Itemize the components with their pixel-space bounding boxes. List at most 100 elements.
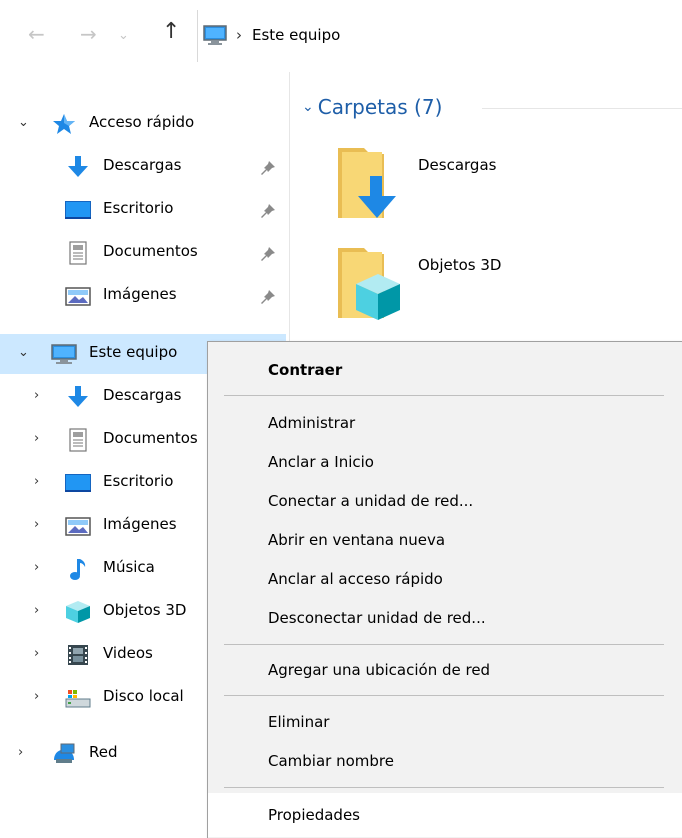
- chevron-right-icon[interactable]: ›: [34, 689, 39, 704]
- menu-item-label: Abrir en ventana nueva: [268, 531, 446, 549]
- film-icon: [68, 645, 88, 665]
- chevron-down-icon[interactable]: ⌄: [18, 115, 29, 130]
- recent-locations-button[interactable]: ⌄: [118, 24, 129, 48]
- menu-item-collapse[interactable]: Contraer: [208, 351, 682, 389]
- sidebar-item-label: Videos: [103, 644, 153, 662]
- sidebar-item-label: Disco local: [103, 687, 184, 705]
- sidebar-item-pc-3d-objects[interactable]: › Objetos 3D: [0, 592, 207, 632]
- sidebar-item-network[interactable]: › Red: [0, 734, 207, 774]
- menu-item-delete[interactable]: Eliminar: [208, 703, 682, 741]
- pin-icon[interactable]: [258, 244, 278, 264]
- menu-separator: [224, 787, 664, 788]
- folders-group-header[interactable]: ⌄ Carpetas (7): [302, 95, 442, 119]
- document-icon: [69, 428, 87, 452]
- context-menu: Contraer Administrar Anclar a Inicio Con…: [207, 341, 682, 838]
- sidebar-item-quick-downloads[interactable]: Descargas: [0, 147, 290, 187]
- chevron-right-icon[interactable]: ›: [34, 517, 39, 532]
- menu-item-label: Administrar: [268, 414, 356, 432]
- chevron-right-icon[interactable]: ›: [34, 603, 39, 618]
- star-icon: [53, 114, 75, 134]
- chevron-right-icon[interactable]: ›: [34, 388, 39, 403]
- sidebar-item-label: Descargas: [103, 156, 182, 174]
- menu-item-label: Eliminar: [268, 713, 330, 731]
- up-button[interactable]: ↑: [162, 20, 180, 44]
- arrow-left-icon: ←: [28, 22, 45, 46]
- sidebar-item-quick-pictures[interactable]: Imágenes: [0, 276, 290, 316]
- folder-tile-3d-objects[interactable]: Objetos 3D: [334, 240, 584, 330]
- address-divider: [197, 10, 198, 62]
- menu-item-rename[interactable]: Cambiar nombre: [208, 742, 682, 780]
- menu-item-pin-to-start[interactable]: Anclar a Inicio: [208, 443, 682, 481]
- breadcrumb-chevron-icon: ›: [236, 26, 242, 44]
- back-button[interactable]: ←: [28, 22, 45, 46]
- menu-item-properties[interactable]: Propiedades: [208, 793, 682, 837]
- forward-button[interactable]: →: [80, 22, 97, 46]
- menu-item-map-network-drive[interactable]: Conectar a unidad de red...: [208, 482, 682, 520]
- pin-icon[interactable]: [258, 201, 278, 221]
- sidebar-item-quick-documents[interactable]: Documentos: [0, 233, 290, 273]
- sidebar-item-pc-local-disk[interactable]: › Disco local: [0, 678, 207, 718]
- arrow-up-icon: ↑: [162, 19, 181, 44]
- chevron-right-icon[interactable]: ›: [34, 560, 39, 575]
- menu-separator: [224, 695, 664, 696]
- sidebar-item-label: Imágenes: [103, 285, 177, 303]
- cube-3d-icon: [66, 601, 90, 623]
- download-folder-icon: [338, 148, 396, 218]
- menu-item-label: Anclar a Inicio: [268, 453, 374, 471]
- menu-item-add-network-location[interactable]: Agregar una ubicación de red: [208, 651, 682, 689]
- sidebar-item-label: Documentos: [103, 429, 198, 447]
- sidebar-item-quick-desktop[interactable]: Escritorio: [0, 190, 290, 230]
- sidebar-item-pc-desktop[interactable]: › Escritorio: [0, 463, 207, 503]
- menu-item-open-new-window[interactable]: Abrir en ventana nueva: [208, 521, 682, 559]
- sidebar-item-label: Acceso rápido: [89, 113, 195, 131]
- document-icon: [69, 241, 87, 265]
- address-path[interactable]: Este equipo: [252, 26, 340, 44]
- pin-icon[interactable]: [258, 287, 278, 307]
- sidebar-item-label: Descargas: [103, 386, 182, 404]
- pin-icon[interactable]: [258, 158, 278, 178]
- sidebar-item-pc-documents[interactable]: › Documentos: [0, 420, 207, 460]
- chevron-right-icon[interactable]: ›: [34, 474, 39, 489]
- network-icon: [54, 743, 75, 763]
- menu-item-disconnect-network-drive[interactable]: Desconectar unidad de red...: [208, 599, 682, 637]
- chevron-down-icon: ⌄: [118, 28, 129, 43]
- chevron-right-icon[interactable]: ›: [18, 745, 23, 760]
- this-pc-icon: [203, 25, 227, 45]
- menu-separator: [224, 395, 664, 396]
- sidebar-item-label: Este equipo: [89, 343, 178, 361]
- menu-item-label: Propiedades: [268, 806, 360, 824]
- desktop-icon: [65, 201, 91, 219]
- folder-tile-downloads[interactable]: Descargas: [334, 140, 584, 230]
- music-note-icon: [70, 559, 86, 580]
- sidebar-item-pc-pictures[interactable]: › Imágenes: [0, 506, 207, 546]
- this-pc-icon: [51, 344, 77, 364]
- sidebar-item-pc-downloads[interactable]: › Descargas: [0, 377, 207, 417]
- folder-label: Objetos 3D: [418, 256, 502, 274]
- download-icon: [68, 156, 88, 177]
- menu-separator: [224, 644, 664, 645]
- chevron-right-icon[interactable]: ›: [34, 431, 39, 446]
- chevron-right-icon[interactable]: ›: [34, 646, 39, 661]
- chevron-down-icon[interactable]: ⌄: [302, 99, 314, 115]
- chevron-down-icon[interactable]: ⌄: [18, 345, 29, 360]
- desktop-icon: [65, 474, 91, 492]
- sidebar-item-label: Red: [89, 743, 118, 761]
- sidebar-item-label: Objetos 3D: [103, 601, 187, 619]
- sidebar-item-pc-videos[interactable]: › Videos: [0, 635, 207, 675]
- sidebar-item-label: Escritorio: [103, 199, 174, 217]
- sidebar-item-quick-access[interactable]: ⌄ Acceso rápido: [0, 104, 290, 144]
- menu-item-label: Agregar una ubicación de red: [268, 661, 491, 679]
- address-bar[interactable]: › Este equipo: [200, 20, 682, 50]
- menu-item-label: Desconectar unidad de red...: [268, 609, 486, 627]
- menu-item-label: Anclar al acceso rápido: [268, 570, 443, 588]
- menu-item-pin-quick-access[interactable]: Anclar al acceso rápido: [208, 560, 682, 598]
- sidebar-item-pc-music[interactable]: › Música: [0, 549, 207, 589]
- sidebar-item-label: Documentos: [103, 242, 198, 260]
- pictures-icon: [65, 287, 91, 306]
- menu-item-label: Conectar a unidad de red...: [268, 492, 474, 510]
- group-title: Carpetas (7): [317, 95, 443, 119]
- menu-item-manage[interactable]: Administrar: [208, 404, 682, 442]
- drive-icon: [65, 690, 91, 708]
- download-icon: [68, 386, 88, 407]
- group-divider: [482, 108, 682, 109]
